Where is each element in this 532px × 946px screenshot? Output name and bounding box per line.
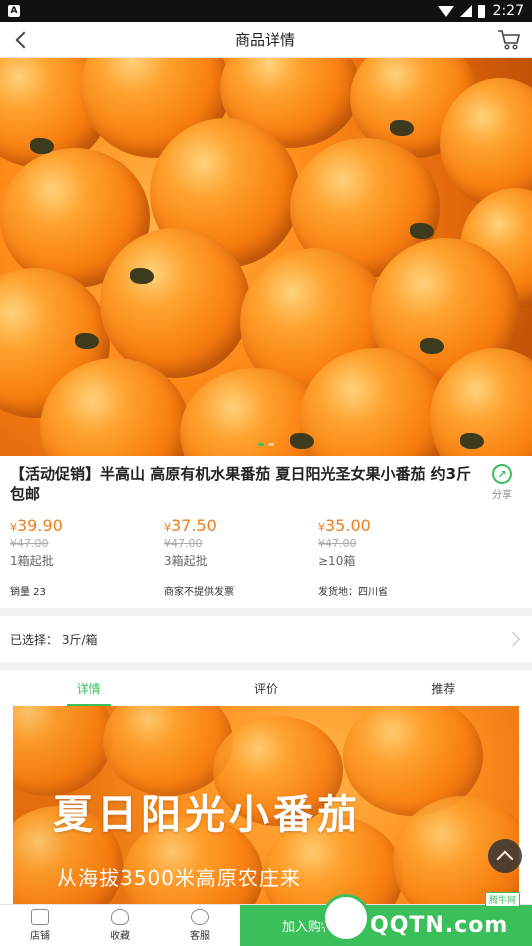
service-label: 客服 [190, 931, 210, 942]
store-icon [31, 909, 49, 925]
status-bar: A 2:27 [0, 0, 532, 22]
price-tier: ¥39.90 ¥47.00 1箱起批 [10, 516, 164, 569]
tier-min-qty: 1箱起批 [10, 554, 54, 568]
store-label: 店铺 [30, 931, 50, 942]
spec-selector[interactable]: 已选择： 3斤/箱 [0, 616, 532, 662]
product-name: 【活动促销】半高山 高原有机水果番茄 夏日阳光圣女果小番茄 约3斤包邮 [10, 465, 472, 503]
notification-icon: A [8, 5, 20, 17]
chevron-right-icon [505, 631, 521, 647]
back-icon[interactable] [10, 28, 34, 52]
price-tier: ¥37.50 ¥47.00 3箱起批 [164, 516, 318, 569]
watermark-emblem [322, 894, 370, 942]
banner-subtitle: 从海拔3500米高原农庄来 [57, 866, 301, 890]
tab-details[interactable]: 详情 [0, 670, 177, 706]
service-button[interactable]: 客服 [160, 905, 240, 946]
share-button[interactable]: ↗ 分享 [482, 464, 522, 504]
share-icon: ↗ [492, 464, 512, 484]
watermark-logo: QQTN.com 腾牛网 [318, 892, 528, 944]
tier-price: ¥35.00 [318, 516, 371, 535]
product-info: 【活动促销】半高山 高原有机水果番茄 夏日阳光圣女果小番茄 约3斤包邮 ↗ 分享… [0, 456, 532, 608]
signal-icon [459, 5, 472, 17]
tier-old-price: ¥47.00 [318, 537, 357, 550]
invoice-info: 商家不提供发票 [164, 587, 234, 598]
tier-old-price: ¥47.00 [164, 537, 203, 550]
page-title: 商品详情 [234, 31, 295, 49]
watermark-tag: 腾牛网 [484, 892, 520, 907]
price-tier: ¥35.00 ¥47.00 ≥10箱 [318, 516, 472, 569]
ship-from: 发货地：四川省 [318, 587, 388, 598]
heart-icon [111, 909, 129, 925]
tier-price: ¥37.50 [164, 516, 217, 535]
header: 商品详情 [0, 22, 532, 58]
carousel-indicator [258, 443, 274, 446]
wifi-icon [437, 5, 454, 17]
tier-price: ¥39.90 [10, 516, 63, 535]
selected-spec: 已选择： 3斤/箱 [10, 632, 98, 647]
tab-reviews[interactable]: 评价 [177, 670, 354, 706]
detail-content: 夏日阳光小番茄 从海拔3500米高原农庄来 [0, 706, 532, 904]
favorite-button[interactable]: 收藏 [80, 905, 160, 946]
share-label: 分享 [492, 490, 512, 501]
sales-count: 销量 23 [10, 587, 46, 598]
tab-recommend[interactable]: 推荐 [355, 670, 532, 706]
chat-icon [191, 909, 209, 925]
cart-icon[interactable] [496, 28, 522, 52]
tier-min-qty: 3箱起批 [164, 554, 208, 568]
tier-min-qty: ≥10箱 [318, 554, 356, 568]
price-tiers: ¥39.90 ¥47.00 1箱起批 ¥37.50 ¥47.00 3箱起批 ¥3… [10, 516, 522, 569]
scroll-to-top-button[interactable] [488, 839, 522, 873]
product-image-carousel[interactable] [0, 58, 532, 456]
product-meta: 销量 23 商家不提供发票 发货地：四川省 [10, 583, 522, 598]
page: A 2:27 商品详情 【活动促销】半高山 高原有机水果番茄 夏日阳光圣女果小番… [0, 0, 532, 946]
banner-title: 夏日阳光小番茄 [53, 792, 361, 838]
detail-tabs: 详情 评价 推荐 [0, 670, 532, 706]
detail-banner: 夏日阳光小番茄 从海拔3500米高原农庄来 [13, 706, 519, 904]
battery-icon [477, 4, 485, 18]
clock: 2:27 [492, 3, 524, 19]
store-button[interactable]: 店铺 [0, 905, 80, 946]
tier-old-price: ¥47.00 [10, 537, 49, 550]
favorite-label: 收藏 [110, 931, 130, 942]
